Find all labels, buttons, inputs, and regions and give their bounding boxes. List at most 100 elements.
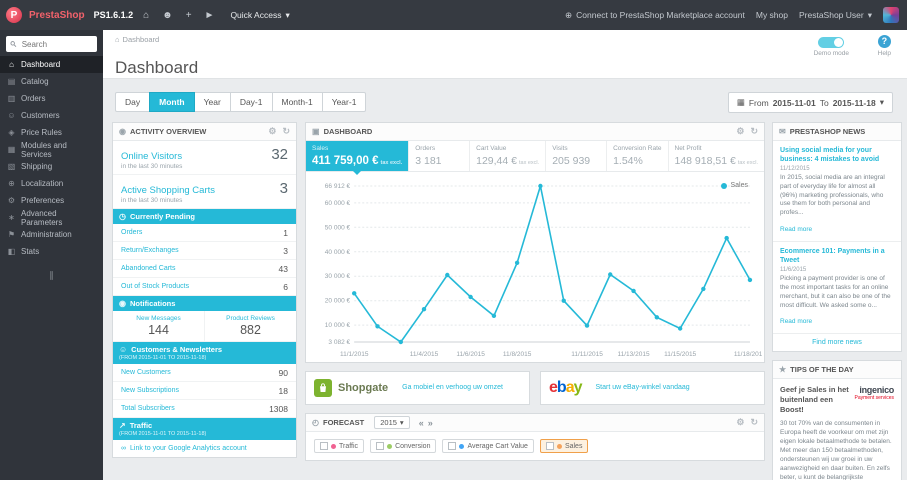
refresh-button[interactable]: ↻ [750,126,758,137]
pending-row: Abandoned Carts 43 [113,260,296,278]
kpi-net-profit[interactable]: Net Profit 148 918,51 € tax excl. [669,141,765,171]
ebay-module-box[interactable]: ebay Start uw eBay-winkel vandaag [540,371,765,405]
sidebar-item-administration[interactable]: ⚑ Administration [0,226,103,243]
globe-icon: ⊕ [565,9,573,20]
legend-chip-traffic[interactable]: Traffic [314,439,365,453]
new-customers-link[interactable]: New Customers [121,369,171,376]
add-button[interactable]: + [183,10,195,21]
sidebar-item-label: Catalog [21,77,49,86]
product-reviews-cell[interactable]: Product Reviews 882 [204,311,296,341]
out-of-stock-link[interactable]: Out of Stock Products [121,283,189,290]
sidebar-item-catalog[interactable]: ▤ Catalog [0,73,103,90]
from-date: 2015-11-01 [772,97,816,108]
sidebar-item-preferences[interactable]: ⚙ Preferences [0,192,103,209]
home-icon: ⌂ [9,60,14,69]
new-messages-value: 144 [148,323,169,337]
pending-orders-link[interactable]: Orders [121,229,142,236]
sidebar-item-orders[interactable]: ▥ Orders [0,90,103,107]
sidebar-item-stats[interactable]: ◧ Stats [0,243,103,260]
period-year-1-button[interactable]: Year-1 [321,92,367,112]
svg-text:11/13/2015: 11/13/2015 [617,351,650,358]
kpi-visits[interactable]: Visits 205 939 [546,141,608,171]
total-subscribers-link[interactable]: Total Subscribers [121,405,175,412]
pending-returns-link[interactable]: Return/Exchanges [121,247,179,254]
marketplace-link[interactable]: ⊕ Connect to PrestaShop Marketplace acco… [565,10,745,21]
new-messages-cell[interactable]: New Messages 144 [113,311,204,341]
new-subscriptions-link[interactable]: New Subscriptions [121,387,179,394]
modules-icon: ▦ [7,145,16,154]
google-analytics-link[interactable]: ∞ Link to your Google Analytics account [113,440,296,457]
marketing-button[interactable]: ► [202,10,218,21]
sidebar-item-shipping[interactable]: ▧ Shipping [0,158,103,175]
settings-button[interactable]: ⚙ [736,417,744,428]
legend-chip-conversion[interactable]: Conversion [370,439,437,453]
user-menu[interactable]: PrestaShop User ▾ [799,10,872,21]
news-title-link[interactable]: Using social media for your business: 4 … [780,146,894,164]
pending-returns-value: 3 [283,245,288,256]
ingenico-logo: ingenico Payment services [855,385,895,401]
period-day-1-button[interactable]: Day-1 [229,92,273,112]
read-more-link[interactable]: Read more [780,226,812,233]
forecast-legend-dot [459,443,465,449]
legend-chip-sales[interactable]: Sales [539,439,589,453]
read-more-link[interactable]: Read more [780,318,812,325]
help-button[interactable]: ? [877,35,891,48]
customers-newsletters-range: (FROM 2015-11-01 TO 2015-11-18) [119,355,207,361]
demo-mode-toggle[interactable] [818,37,845,48]
date-range-picker[interactable]: ▦ From 2015-11-01 To 2015-11-18 ▾ [727,92,893,113]
news-date: 11/12/2015 [780,166,810,173]
demo-mode-label: Demo mode [813,50,849,57]
refresh-button[interactable]: ↻ [282,126,290,137]
employee-icon: ☻ [162,9,173,21]
kpi-sales[interactable]: Sales 411 759,00 € tax excl. [306,141,410,175]
shopgate-module-box[interactable]: Shopgate Ga mobiel en verhoog uw omzet [305,371,530,405]
my-shop-link[interactable]: My shop [756,10,788,20]
quick-access-menu[interactable]: Quick Access ▾ [224,10,295,21]
search-input[interactable] [19,38,93,50]
collapse-sidebar-button[interactable]: ∥ [0,270,103,281]
active-carts-sub: in the last 30 minutes [121,197,183,204]
kpi-conversion-rate[interactable]: Conversion Rate 1.54% [607,141,669,171]
kpi-orders[interactable]: Orders 3 181 [409,141,471,171]
abandoned-carts-link[interactable]: Abandoned Carts [121,265,175,272]
year-select[interactable]: 2015 ▾ [374,416,410,429]
legend-chip-average-cart-value[interactable]: Average Cart Value [442,439,534,453]
kpi-cart-value[interactable]: Cart Value 129,44 € tax excl. [470,141,547,171]
sidebar-item-localization[interactable]: ⊕ Localization [0,175,103,192]
kpi-note: tax excl. [380,160,403,166]
period-day-button[interactable]: Day [115,92,151,112]
kpi-value: 411 759,00 € [312,155,379,167]
checkbox-icon [376,442,385,450]
employee-button[interactable]: ☻ [159,10,176,21]
sidebar-item-advanced-parameters[interactable]: ∗ Advanced Parameters [0,209,103,227]
settings-button[interactable]: ⚙ [268,126,276,137]
period-month-1-button[interactable]: Month-1 [271,92,323,112]
prev-year-button[interactable]: « [419,418,424,428]
sidebar-item-label: Stats [21,247,40,256]
sidebar-item-modules[interactable]: ▦ Modules and Services [0,141,103,159]
shopgate-name: Shopgate [338,382,389,394]
sidebar-item-dashboard[interactable]: ⌂ Dashboard [0,56,103,73]
next-year-button[interactable]: » [428,418,433,428]
period-month-button[interactable]: Month [149,92,195,112]
news-title-link[interactable]: Ecommerce 101: Payments in a Tweet [780,247,894,265]
find-more-news-link[interactable]: Find more news [773,334,901,351]
shop-version: PS1.6.1.2 [93,10,134,20]
active-carts-link[interactable]: Active Shopping Carts [121,185,215,196]
forecast-panel: ◴ FORECAST 2015 ▾ « » ⚙ ↻ Traffic Conver… [305,413,765,461]
sidebar-item-customers[interactable]: ☺ Customers [0,107,103,124]
customers-newsletters-title: Customers & Newsletters [131,345,223,354]
refresh-button[interactable]: ↻ [750,417,758,428]
dashboard-panel: ▣ DASHBOARD ⚙ ↻ Sales 411 759,00 € tax ex… [305,122,765,363]
checkbox-icon [320,442,328,450]
kpi-value: 3 181 [415,155,442,167]
sidebar-item-price-rules[interactable]: ◈ Price Rules [0,124,103,141]
store-icon: ⌂ [143,9,150,21]
forecast-panel-header: ◴ FORECAST 2015 ▾ « » ⚙ ↻ [306,414,764,432]
store-button[interactable]: ⌂ [140,10,152,21]
truck-icon: ▧ [7,162,16,171]
online-visitors-link[interactable]: Online Visitors [121,151,182,162]
period-year-button[interactable]: Year [193,92,231,112]
avatar[interactable] [883,7,899,23]
settings-button[interactable]: ⚙ [736,126,744,137]
